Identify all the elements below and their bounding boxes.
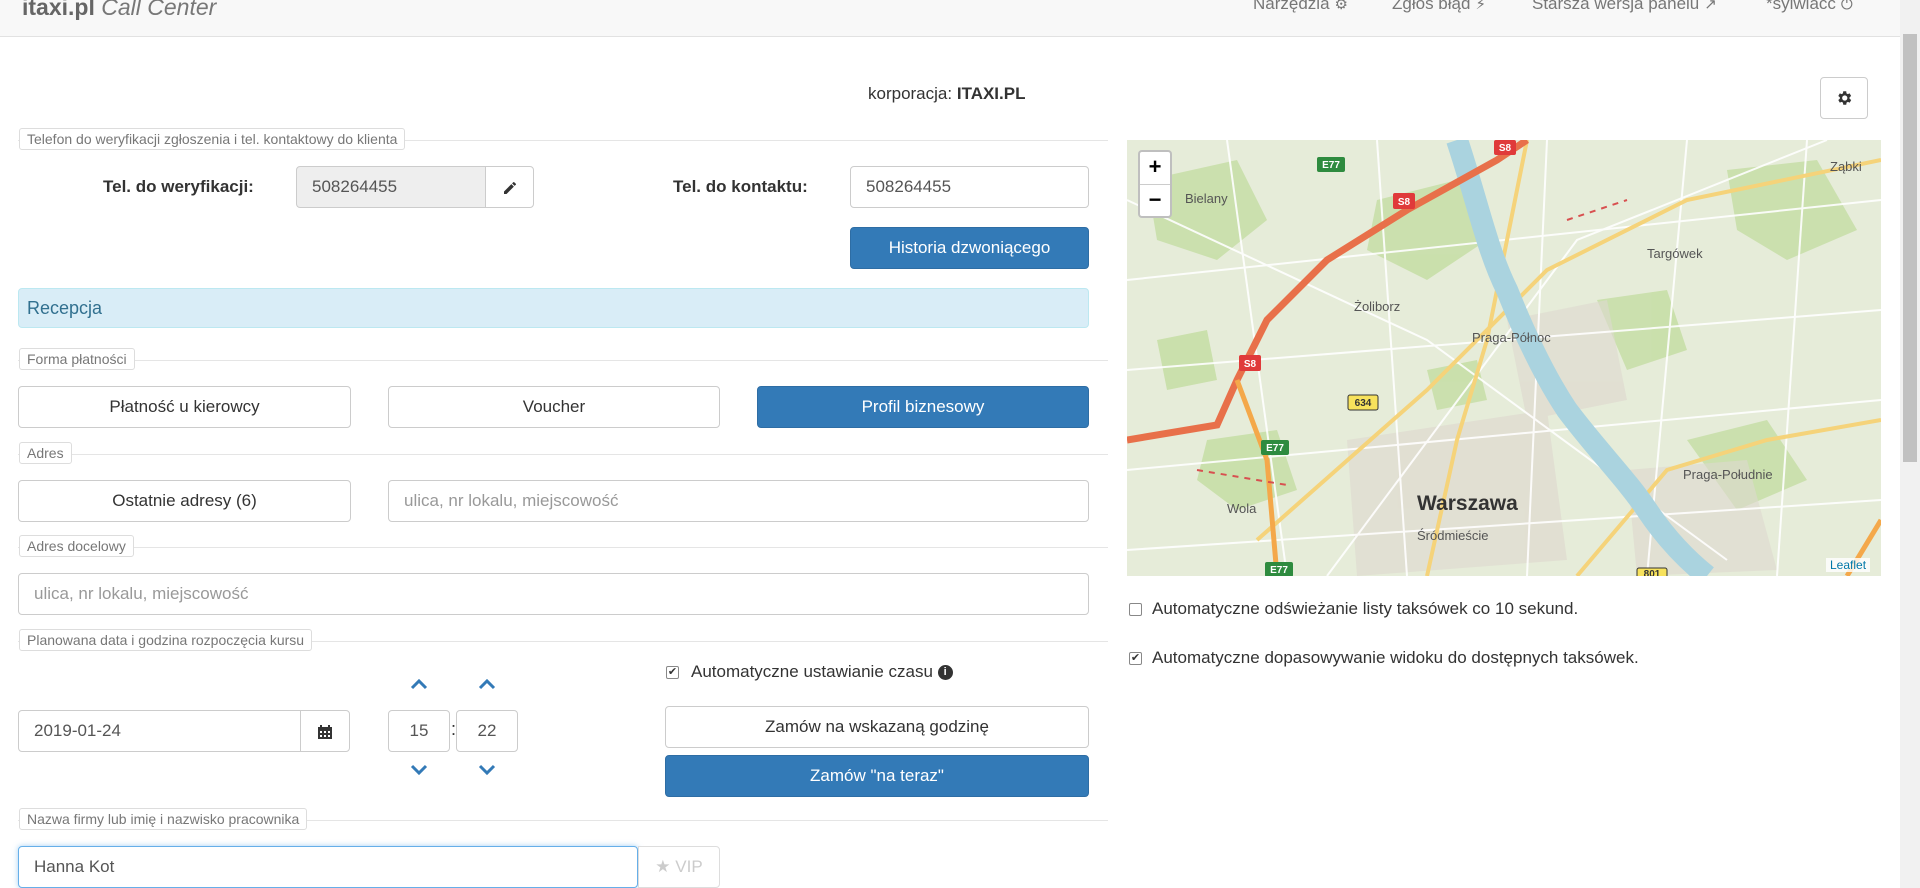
zoom-out-button[interactable]: − [1140,184,1170,216]
map-badge: S8 [1244,359,1257,370]
corporation-info: korporacja: ITAXI.PL [868,84,1025,104]
nav-report-bug-label: Zgłoś błąd [1392,0,1471,13]
gear-icon: ⚙ [1334,0,1348,13]
map-label: Bielany [1185,191,1228,206]
company-name-input[interactable] [18,846,638,888]
map-badge: S8 [1398,197,1411,208]
map-badge: E77 [1270,565,1288,576]
map-badge: S8 [1499,143,1512,154]
payment-voucher-button[interactable]: Voucher [388,386,720,428]
auto-fit-checkbox[interactable]: ✔ [1129,652,1142,665]
nav-logout-link[interactable]: *sylwiacc ⏻ [1766,0,1853,14]
destination-legend: Adres docelowy [19,535,134,557]
vip-button[interactable]: ★ VIP [638,846,720,888]
auto-refresh-label: Automatyczne odświeżanie listy taksówek … [1152,599,1579,618]
map-label: Ząbki [1830,159,1862,174]
nav-tools-label: Narzędzia [1253,0,1330,13]
address-legend: Adres [19,442,72,464]
auto-fit-label: Automatyczne dopasowywanie widoku do dos… [1152,648,1639,667]
calendar-icon [318,724,332,739]
info-icon[interactable]: i [937,665,953,681]
external-link-icon: ↗ [1704,0,1717,13]
section-divider [18,360,1108,361]
auto-time-text: Automatyczne ustawianie czasu [691,662,933,681]
map-label: Wola [1227,501,1257,516]
caller-history-button[interactable]: Historia dzwoniącego [850,227,1089,269]
map-label: Praga-Południe [1683,467,1773,482]
map-attribution-link[interactable]: Leaflet [1826,558,1871,572]
minute-input[interactable] [456,710,518,752]
contact-phone-input[interactable] [850,166,1089,208]
power-icon: ⏻ [1840,0,1853,13]
map-label: Śródmieście [1417,528,1489,543]
vip-label: VIP [675,857,703,876]
payment-legend: Forma płatności [19,348,135,370]
map-badge: E77 [1322,160,1340,171]
destination-address-input[interactable] [18,573,1089,615]
nav-report-bug-link[interactable]: Zgłoś błąd ⚡ [1392,0,1486,14]
map-view[interactable]: E77 S8 S8 S8 634 E77 E77 801 Ząbki Biela… [1127,140,1881,576]
company-legend: Nazwa firmy lub imię i nazwisko pracowni… [19,808,308,830]
minute-up-chevron-icon[interactable] [478,678,496,690]
pickup-address-input[interactable] [388,480,1089,522]
section-divider [18,547,1108,548]
date-input[interactable] [18,710,301,752]
pencil-icon [503,181,516,194]
verify-phone-input[interactable] [296,166,486,208]
nav-old-panel-label: Starsza wersja panelu [1532,0,1700,13]
bolt-icon: ⚡ [1475,0,1486,13]
order-now-button[interactable]: Zamów "na teraz" [665,755,1089,797]
hour-input[interactable] [388,710,450,752]
phone-section-legend: Telefon do weryfikacji zgłoszenia i tel.… [19,128,406,150]
brand-subtitle: Call Center [101,0,217,20]
map-label: Targówek [1647,246,1703,261]
nav-tools-link[interactable]: Narzędzia ⚙ [1253,0,1348,14]
map-badge: E77 [1266,443,1284,454]
reception-alert: Recepcja [18,288,1089,328]
hour-up-chevron-icon[interactable] [410,678,428,690]
auto-time-label: Automatyczne ustawianie czasu i [691,662,953,682]
map-badge: 801 [1644,569,1661,576]
order-at-time-button[interactable]: Zamów na wskazaną godzinę [665,706,1089,748]
corporation-label: korporacja: [868,84,953,103]
auto-refresh-checkbox[interactable] [1129,603,1142,616]
minute-down-chevron-icon[interactable] [478,764,496,776]
settings-button[interactable] [1820,77,1868,119]
zoom-in-button[interactable]: + [1140,152,1170,184]
nav-old-panel-link[interactable]: Starsza wersja panelu ↗ [1532,0,1717,14]
payment-driver-button[interactable]: Płatność u kierowcy [18,386,351,428]
star-icon: ★ [655,857,671,876]
map-badge: 634 [1355,398,1372,409]
verify-phone-label: Tel. do weryfikacji: [103,177,254,196]
brand-logo[interactable]: itaxi.pl Call Center [22,0,216,21]
scrollbar-thumb[interactable] [1903,34,1917,462]
map-label: Praga-Północ [1472,330,1551,345]
payment-business-profile-button[interactable]: Profil biznesowy [757,386,1089,428]
auto-time-checkbox[interactable]: ✔ [666,666,679,679]
map-zoom-control: + − [1138,150,1172,218]
brand-name: itaxi.pl [22,0,95,20]
map-label: Warszawa [1417,492,1518,515]
hour-down-chevron-icon[interactable] [410,764,428,776]
map-tiles: E77 S8 S8 S8 634 E77 E77 801 Ząbki Biela… [1127,140,1881,576]
nav-user-label: *sylwiacc [1766,0,1836,13]
schedule-legend: Planowana data i godzina rozpoczęcia kur… [19,629,313,651]
map-label: Żoliborz [1354,299,1400,314]
gear-icon [1838,91,1852,105]
calendar-button[interactable] [300,710,350,752]
corporation-value: ITAXI.PL [956,84,1026,103]
recent-addresses-button[interactable]: Ostatnie adresy (6) [18,480,351,522]
edit-verify-phone-button[interactable] [485,166,534,208]
section-divider [18,454,1108,455]
contact-phone-label: Tel. do kontaktu: [673,177,808,196]
